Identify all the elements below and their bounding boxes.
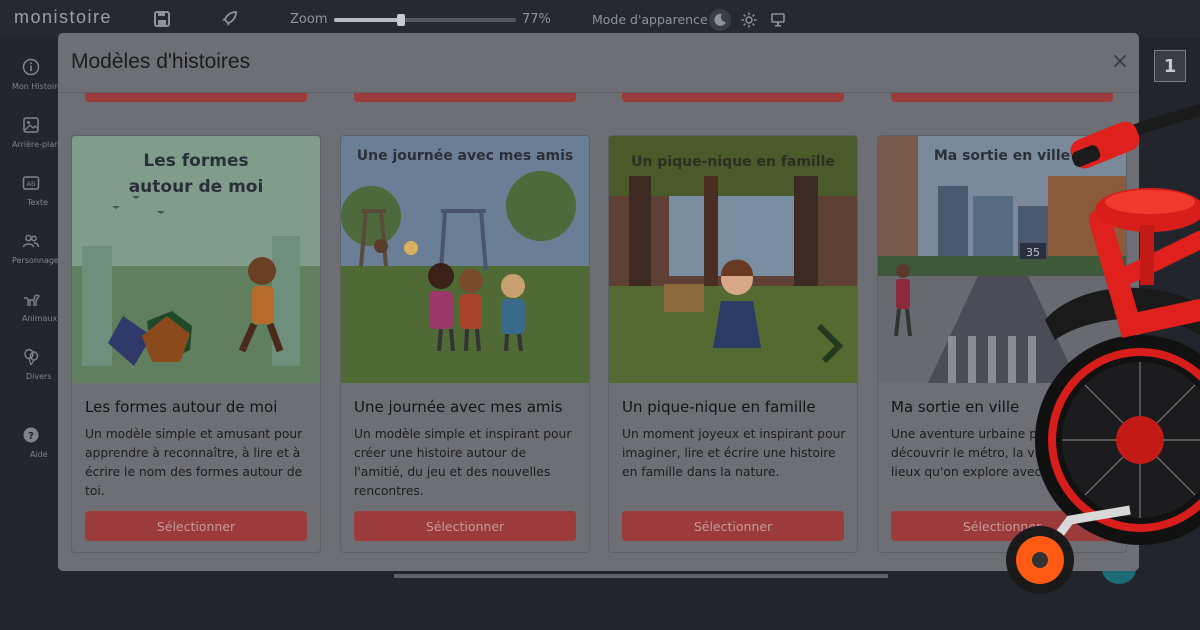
template-card-shapes[interactable]: Les formes autour de moi Les formes auto… bbox=[71, 135, 321, 553]
select-button-previous-row[interactable] bbox=[622, 93, 844, 102]
zoom-slider-handle[interactable] bbox=[397, 14, 406, 26]
page-number-badge[interactable]: 1 bbox=[1154, 50, 1186, 82]
thumbnail-title-line: autour de moi bbox=[128, 177, 264, 197]
light-mode-button[interactable] bbox=[738, 9, 760, 31]
modal-header: Modèles d'histoires × bbox=[58, 33, 1139, 93]
select-button-previous-row[interactable] bbox=[85, 93, 307, 102]
card-title: Un pique-nique en famille bbox=[622, 398, 816, 416]
text-box-icon: AB bbox=[22, 176, 40, 190]
card-title: Une journée avec mes amis bbox=[354, 398, 563, 416]
zoom-label: Zoom bbox=[290, 12, 328, 27]
horizontal-scrollbar[interactable] bbox=[394, 574, 888, 578]
template-thumbnail: Les formes autour de moi bbox=[72, 136, 320, 383]
sidebar-item-aide[interactable]: ? Aide bbox=[0, 426, 62, 459]
appearance-mode-label: Mode d'apparence : bbox=[592, 12, 716, 27]
zoom-slider[interactable] bbox=[334, 14, 516, 26]
sidebar-item-mon-histoire[interactable]: Mon Histoire bbox=[0, 58, 62, 91]
info-circle-icon bbox=[22, 58, 40, 76]
card-description: Un moment joyeux et inspirant pour imagi… bbox=[622, 427, 846, 479]
app-logo: monistoire bbox=[14, 7, 113, 27]
card-description: Un modèle simple et inspirant pour créer… bbox=[354, 427, 572, 498]
people-icon bbox=[22, 234, 40, 248]
select-button[interactable]: Sélectionner bbox=[354, 511, 576, 541]
sidebar-item-texte[interactable]: AB Texte bbox=[0, 174, 62, 207]
thumbnail-title: Les formes autour de moi bbox=[72, 148, 320, 200]
sidebar-item-personnages[interactable]: Personnages bbox=[0, 232, 62, 265]
sidebar-item-arriere-plan[interactable]: Arrière-plan bbox=[0, 116, 62, 149]
save-icon[interactable] bbox=[153, 10, 171, 28]
system-mode-button[interactable] bbox=[767, 9, 789, 31]
select-button[interactable]: Sélectionner bbox=[622, 511, 844, 541]
sidebar-item-divers[interactable]: Divers bbox=[0, 348, 62, 381]
sidebar: Mon Histoire Arrière-plan AB Texte Perso… bbox=[0, 38, 62, 630]
thumbnail-title: Un pique-nique en famille bbox=[631, 154, 835, 170]
dog-icon bbox=[24, 294, 40, 306]
image-icon bbox=[23, 117, 39, 133]
sidebar-item-label: Personnages bbox=[12, 256, 62, 265]
story-templates-modal: Modèles d'histoires × Les formes autour … bbox=[58, 33, 1139, 571]
help-icon: ? bbox=[23, 427, 39, 443]
template-card-friends[interactable]: Une journée avec mes amis Une journée av… bbox=[340, 135, 590, 553]
sun-icon bbox=[741, 12, 757, 28]
rocket-icon[interactable] bbox=[220, 10, 238, 28]
svg-text:?: ? bbox=[28, 431, 34, 442]
svg-text:AB: AB bbox=[27, 180, 36, 188]
sidebar-item-label: Arrière-plan bbox=[12, 140, 60, 149]
select-button[interactable]: Sélectionner bbox=[85, 511, 307, 541]
balloons-icon bbox=[24, 348, 39, 366]
bicycle-image bbox=[1006, 104, 1200, 594]
template-thumbnail: Une journée avec mes amis bbox=[341, 136, 589, 383]
dark-mode-button[interactable] bbox=[709, 9, 731, 31]
sidebar-item-animaux[interactable]: Animaux bbox=[0, 290, 62, 323]
sidebar-item-label: Mon Histoire bbox=[12, 82, 62, 91]
moon-icon bbox=[714, 13, 726, 26]
sidebar-item-label: Texte bbox=[27, 198, 49, 207]
zoom-slider-fill bbox=[334, 18, 402, 22]
monitor-icon bbox=[771, 13, 785, 27]
select-button-previous-row[interactable] bbox=[354, 93, 576, 102]
template-thumbnail: Un pique-nique en famille bbox=[609, 136, 857, 383]
sidebar-item-label: Aide bbox=[30, 450, 48, 459]
modal-title: Modèles d'histoires bbox=[71, 50, 251, 73]
card-description: Un modèle simple et amusant pour apprend… bbox=[85, 427, 303, 498]
thumbnail-title-line: Les formes bbox=[143, 151, 249, 171]
template-card-picnic[interactable]: Un pique-nique en famille Un pique-nique… bbox=[608, 135, 858, 553]
thumbnail-title: Une journée avec mes amis bbox=[356, 148, 574, 164]
close-icon[interactable]: × bbox=[1109, 51, 1131, 73]
sidebar-item-label: Animaux bbox=[22, 314, 58, 323]
sidebar-item-label: Divers bbox=[26, 372, 52, 381]
zoom-value: 77% bbox=[522, 12, 551, 27]
card-title: Les formes autour de moi bbox=[85, 398, 278, 416]
